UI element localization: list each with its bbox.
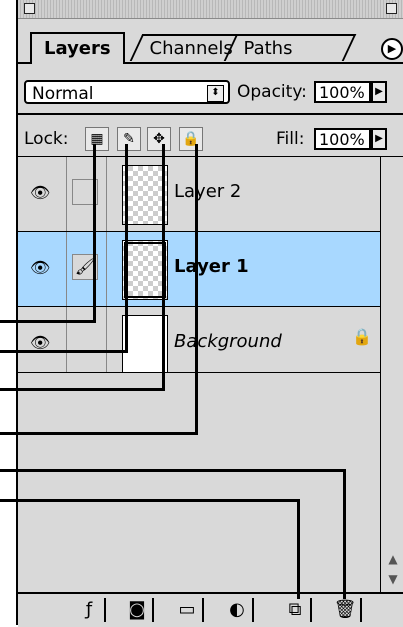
callout-line [343, 469, 346, 599]
new-set-icon[interactable]: ▭ [172, 598, 204, 622]
panel-tabs: Layers Channels Paths ▶ [18, 18, 403, 64]
tab-channels-label: Channels [149, 38, 233, 59]
blend-mode-value: Normal [32, 84, 94, 104]
opacity-label: Opacity: [237, 82, 307, 102]
fill-label: Fill: [276, 129, 305, 149]
callout-line [0, 432, 198, 435]
callout-line [162, 144, 165, 391]
lock-transparency-icon[interactable]: ▦ [85, 127, 109, 151]
layer-row[interactable]: 👁 🖌 Layer 1 [18, 232, 380, 307]
layer-name: Layer 1 [174, 256, 249, 277]
tab-paths-label: Paths [243, 38, 293, 59]
layer-name: Background [174, 331, 282, 352]
blend-mode-select[interactable]: Normal ⬍ [24, 80, 230, 104]
layers-scrollbar[interactable]: ▲ ▼ [380, 157, 403, 592]
add-mask-icon[interactable]: ◙ [122, 598, 154, 622]
chevron-updown-icon: ⬍ [207, 85, 224, 102]
visibility-toggle[interactable]: 👁 [22, 157, 67, 231]
collapse-box-icon[interactable] [386, 3, 397, 14]
layers-empty-area[interactable] [18, 372, 380, 593]
tab-layers[interactable]: Layers [30, 32, 125, 64]
opacity-field[interactable]: 100% [314, 81, 371, 103]
scroll-down-icon[interactable]: ▼ [381, 569, 403, 589]
fill-field[interactable]: 100% [314, 128, 371, 150]
lock-label: Lock: [24, 129, 69, 149]
new-layer-icon[interactable]: ⧉ [280, 598, 312, 622]
lock-paint-icon[interactable]: ✎ [117, 127, 141, 151]
panel-titlebar[interactable] [18, 0, 403, 19]
link-cell[interactable]: 🖌 [66, 232, 107, 306]
callout-line [0, 469, 346, 472]
eye-icon: 👁 [30, 183, 51, 202]
link-cell[interactable] [66, 157, 107, 231]
callout-line [93, 144, 96, 323]
callout-line [0, 350, 128, 353]
scroll-up-icon[interactable]: ▲ [381, 549, 403, 569]
callout-line [297, 499, 300, 599]
opacity-arrow-icon[interactable]: ▶ [371, 81, 387, 103]
panel-menu-icon[interactable]: ▶ [381, 38, 403, 60]
visibility-toggle[interactable]: 👁 [22, 307, 67, 381]
callout-line [0, 499, 300, 502]
eye-icon: 👁 [30, 333, 51, 352]
visibility-toggle[interactable]: 👁 [22, 232, 67, 306]
layer-name: Layer 2 [174, 181, 242, 202]
fill-arrow-icon[interactable]: ▶ [371, 128, 387, 150]
callout-line [0, 320, 96, 323]
tab-paths[interactable]: Paths [223, 34, 357, 61]
new-adjustment-layer-icon[interactable]: ◐ [222, 598, 254, 622]
padlock-icon: 🔒 [352, 327, 372, 346]
close-box-icon[interactable] [24, 3, 35, 14]
layer-row[interactable]: 👁 Layer 2 [18, 157, 380, 232]
lock-position-icon[interactable]: ✥ [147, 127, 171, 151]
layer-row[interactable]: 👁 Background 🔒 [18, 307, 380, 382]
eye-icon: 👁 [30, 258, 51, 277]
callout-line [195, 144, 198, 435]
link-cell[interactable] [66, 307, 107, 381]
lock-all-icon[interactable]: 🔒 [179, 127, 203, 151]
callout-line [0, 388, 165, 391]
callout-line [125, 144, 128, 353]
divider [18, 113, 403, 115]
add-layer-style-icon[interactable]: ƒ [74, 598, 106, 622]
trash-icon[interactable]: 🗑 [330, 598, 362, 622]
